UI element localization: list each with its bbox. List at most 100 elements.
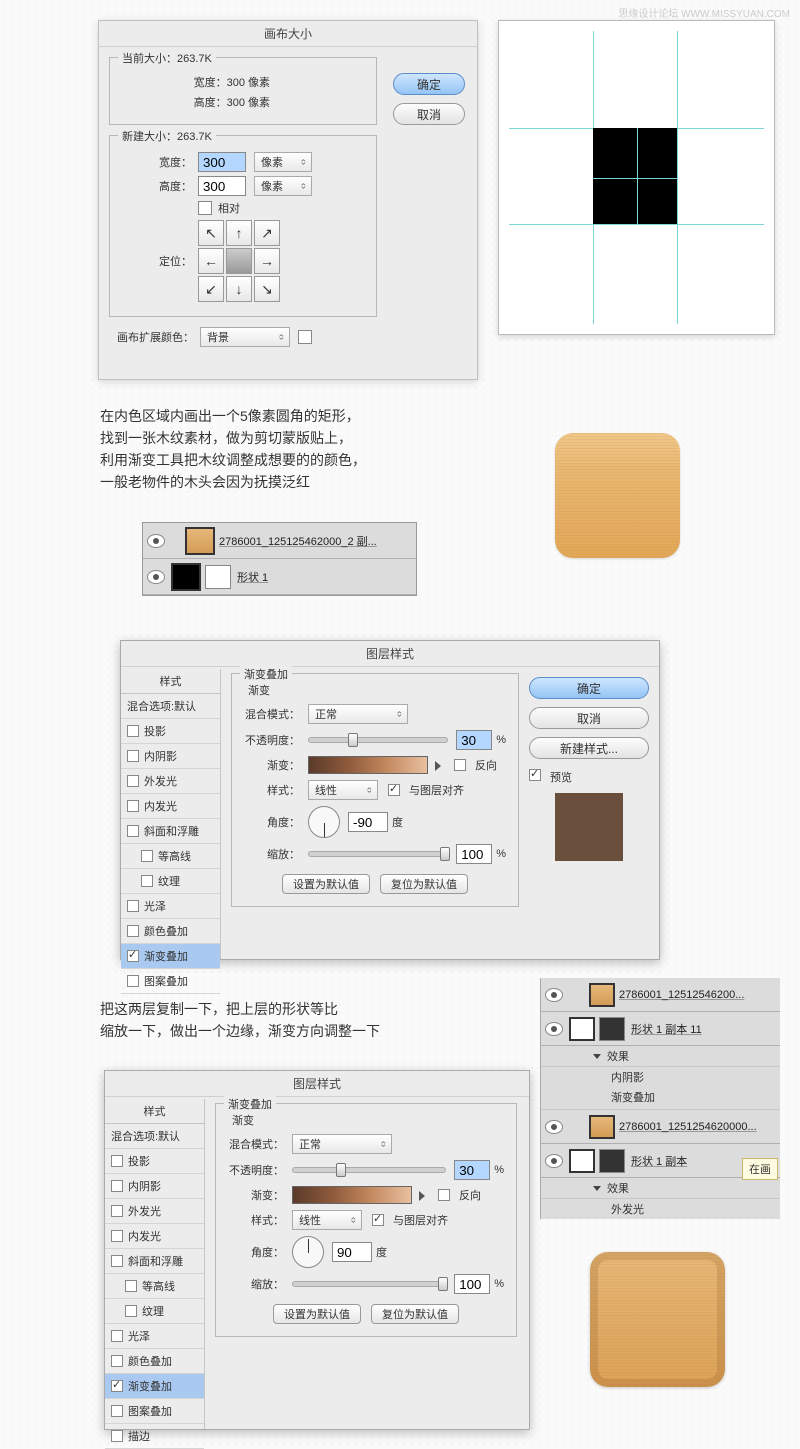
layers-panel-1: 2786001_125125462000_2 副... 形状 1 bbox=[142, 522, 417, 596]
scale-slider[interactable] bbox=[308, 851, 448, 857]
blend-mode-dropdown[interactable]: 正常 bbox=[308, 704, 408, 724]
cancel-button[interactable]: 取消 bbox=[393, 103, 465, 125]
style-item[interactable]: 投影 bbox=[121, 719, 220, 744]
ext-color-label: 画布扩展颜色： bbox=[117, 329, 194, 345]
layer-thumb-icon bbox=[185, 527, 215, 555]
effect-item[interactable]: 渐变叠加 bbox=[541, 1087, 780, 1110]
dialog-title: 图层样式 bbox=[121, 641, 659, 667]
angle-input[interactable] bbox=[348, 812, 388, 832]
set-default-button[interactable]: 设置为默认值 bbox=[273, 1304, 361, 1324]
visibility-icon[interactable] bbox=[147, 534, 165, 548]
scale-input[interactable] bbox=[454, 1274, 490, 1294]
style-sidebar: 样式 混合选项:默认 投影 内阴影 外发光 内发光 斜面和浮雕 等高线 纹理 光… bbox=[105, 1099, 205, 1429]
style-item[interactable]: 光泽 bbox=[105, 1324, 204, 1349]
visibility-icon[interactable] bbox=[545, 1022, 563, 1036]
layer-row[interactable]: 形状 1 bbox=[143, 559, 416, 595]
opacity-slider[interactable] bbox=[308, 737, 448, 743]
reset-default-button[interactable]: 复位为默认值 bbox=[380, 874, 468, 894]
mask-thumb-icon bbox=[205, 565, 231, 589]
effects-row[interactable]: 效果 bbox=[541, 1178, 780, 1199]
blend-options[interactable]: 混合选项:默认 bbox=[105, 1124, 204, 1149]
reverse-checkbox[interactable] bbox=[438, 1189, 450, 1201]
style-item-gradient-overlay[interactable]: 渐变叠加 bbox=[121, 944, 220, 969]
style-item[interactable]: 内发光 bbox=[105, 1224, 204, 1249]
height-input[interactable] bbox=[198, 176, 246, 196]
relative-checkbox[interactable] bbox=[198, 201, 212, 215]
style-item[interactable]: 内发光 bbox=[121, 794, 220, 819]
gradient-style-dropdown[interactable]: 线性 bbox=[308, 780, 378, 800]
ok-button[interactable]: 确定 bbox=[529, 677, 649, 699]
angle-dial[interactable] bbox=[292, 1236, 324, 1268]
new-style-button[interactable]: 新建样式... bbox=[529, 737, 649, 759]
angle-dial[interactable] bbox=[308, 806, 340, 838]
effect-item[interactable]: 内阴影 bbox=[541, 1067, 780, 1087]
gradient-picker[interactable] bbox=[292, 1186, 412, 1204]
align-checkbox[interactable] bbox=[372, 1214, 384, 1226]
visibility-icon[interactable] bbox=[545, 988, 563, 1002]
scale-slider[interactable] bbox=[292, 1281, 446, 1287]
layer-name[interactable]: 形状 1 bbox=[237, 569, 268, 585]
mask-thumb-icon bbox=[599, 1149, 625, 1173]
style-item[interactable]: 内阴影 bbox=[121, 744, 220, 769]
style-item[interactable]: 描边 bbox=[105, 1424, 204, 1449]
style-item[interactable]: 纹理 bbox=[121, 869, 220, 894]
reverse-checkbox[interactable] bbox=[454, 759, 466, 771]
style-item[interactable]: 图案叠加 bbox=[105, 1399, 204, 1424]
angle-input[interactable] bbox=[332, 1242, 372, 1262]
style-item[interactable]: 外发光 bbox=[105, 1199, 204, 1224]
ext-color-dropdown[interactable]: 背景 bbox=[200, 327, 290, 347]
effect-item[interactable]: 外发光 bbox=[541, 1199, 780, 1219]
gradient-style-dropdown[interactable]: 线性 bbox=[292, 1210, 362, 1230]
scale-label: 缩放： bbox=[244, 846, 300, 862]
style-item[interactable]: 图案叠加 bbox=[121, 969, 220, 994]
style-item[interactable]: 颜色叠加 bbox=[121, 919, 220, 944]
height-unit-dropdown[interactable]: 像素 bbox=[254, 176, 312, 196]
ok-button[interactable]: 确定 bbox=[393, 73, 465, 95]
visibility-icon[interactable] bbox=[147, 570, 165, 584]
style-item[interactable]: 光泽 bbox=[121, 894, 220, 919]
style-item[interactable]: 外发光 bbox=[121, 769, 220, 794]
set-default-button[interactable]: 设置为默认值 bbox=[282, 874, 370, 894]
wood-preview-1 bbox=[555, 433, 680, 558]
effects-row[interactable]: 效果 bbox=[541, 1046, 780, 1067]
style-item[interactable]: 等高线 bbox=[121, 844, 220, 869]
align-checkbox[interactable] bbox=[388, 784, 400, 796]
style-item[interactable]: 等高线 bbox=[105, 1274, 204, 1299]
ext-color-swatch[interactable] bbox=[298, 330, 312, 344]
layer-row[interactable]: 2786001_12512546200... bbox=[541, 978, 780, 1012]
scale-input[interactable] bbox=[456, 844, 492, 864]
style-item[interactable]: 斜面和浮雕 bbox=[105, 1249, 204, 1274]
opacity-input[interactable] bbox=[454, 1160, 490, 1180]
style-item[interactable]: 斜面和浮雕 bbox=[121, 819, 220, 844]
layer-name[interactable]: 2786001_125125462000_2 副... bbox=[219, 533, 377, 549]
visibility-icon[interactable] bbox=[545, 1120, 563, 1134]
width-unit-dropdown[interactable]: 像素 bbox=[254, 152, 312, 172]
subsection-label: 渐变 bbox=[248, 682, 506, 698]
width-label: 宽度： bbox=[120, 154, 192, 170]
opacity-input[interactable] bbox=[456, 730, 492, 750]
gradient-picker[interactable] bbox=[308, 756, 428, 774]
layer-row[interactable]: 形状 1 副本 11 bbox=[541, 1012, 780, 1046]
visibility-icon[interactable] bbox=[545, 1154, 563, 1168]
height-label: 高度： bbox=[120, 178, 192, 194]
cancel-button[interactable]: 取消 bbox=[529, 707, 649, 729]
style-item[interactable]: 颜色叠加 bbox=[105, 1349, 204, 1374]
style-item-gradient-overlay[interactable]: 渐变叠加 bbox=[105, 1374, 204, 1399]
preview-checkbox[interactable] bbox=[529, 769, 541, 781]
layer-thumb-icon bbox=[171, 563, 201, 591]
chevron-down-icon bbox=[593, 1054, 601, 1059]
reset-default-button[interactable]: 复位为默认值 bbox=[371, 1304, 459, 1324]
style-item[interactable]: 内阴影 bbox=[105, 1174, 204, 1199]
layer-row[interactable]: 2786001_125125462000_2 副... bbox=[143, 523, 416, 559]
preview-swatch bbox=[555, 793, 623, 861]
style-item[interactable]: 投影 bbox=[105, 1149, 204, 1174]
blend-options[interactable]: 混合选项:默认 bbox=[121, 694, 220, 719]
blend-mode-label: 混合模式： bbox=[244, 706, 300, 722]
blend-mode-dropdown[interactable]: 正常 bbox=[292, 1134, 392, 1154]
style-item[interactable]: 纹理 bbox=[105, 1299, 204, 1324]
layer-row[interactable]: 2786001_1251254620000... bbox=[541, 1110, 780, 1144]
anchor-grid[interactable]: ↖↑↗ ←→ ↙↓↘ bbox=[198, 220, 280, 302]
opacity-slider[interactable] bbox=[292, 1167, 446, 1173]
width-input[interactable] bbox=[198, 152, 246, 172]
section-legend: 渐变叠加 bbox=[224, 1096, 276, 1112]
